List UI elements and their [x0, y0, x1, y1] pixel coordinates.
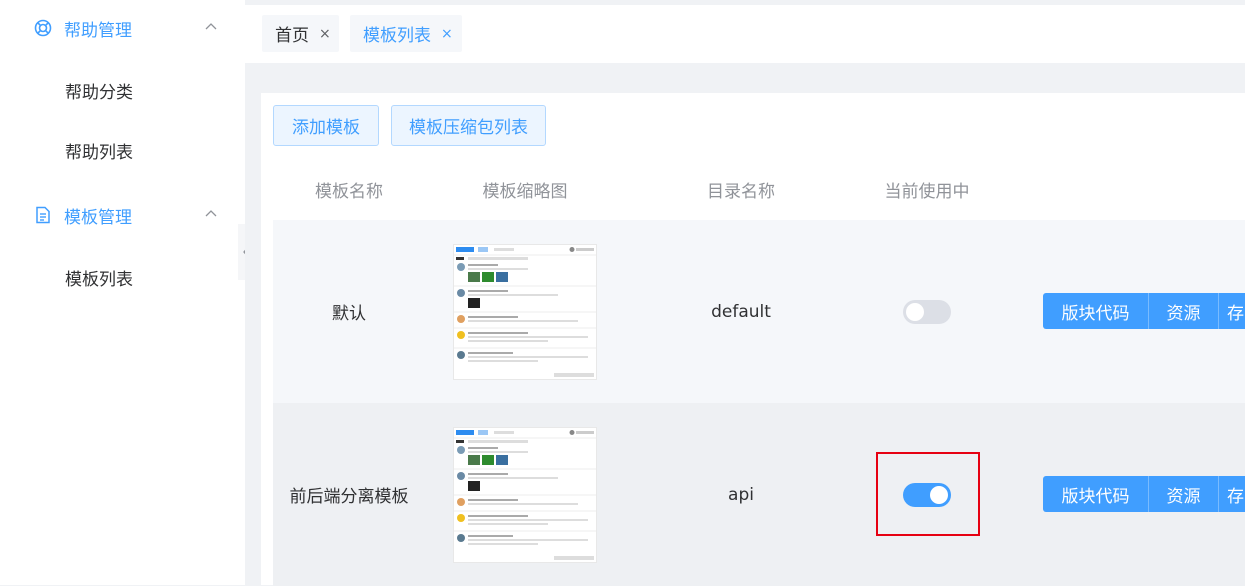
- tab-home[interactable]: 首页 ×: [262, 15, 339, 52]
- row-actions: 版块代码 资源 存: [1043, 293, 1245, 329]
- sidebar-item-label: 模板列表: [65, 269, 133, 290]
- block-code-button[interactable]: 版块代码: [1043, 293, 1149, 329]
- table-header: 模板名称 模板缩略图 目录名称 当前使用中: [273, 165, 1245, 220]
- directory-name: api: [728, 484, 754, 505]
- column-header: 模板缩略图: [482, 182, 568, 202]
- template-panel: 添加模板 模板压缩包列表 模板名称 模板缩略图 目录名称 当前使用中 默认 de…: [261, 93, 1245, 586]
- tab-label: 模板列表: [363, 26, 431, 46]
- menu-group-title: 模板管理: [64, 207, 132, 228]
- document-icon: [36, 206, 50, 224]
- template-zip-list-button[interactable]: 模板压缩包列表: [391, 105, 546, 146]
- resources-button[interactable]: 资源: [1149, 476, 1219, 512]
- main-content: 添加模板 模板压缩包列表 模板名称 模板缩略图 目录名称 当前使用中 默认 de…: [245, 75, 1245, 586]
- close-icon[interactable]: ×: [441, 26, 453, 42]
- thumbnail-cell: [425, 220, 625, 403]
- menu-group-help[interactable]: 帮助管理: [0, 0, 245, 56]
- lifebuoy-icon: [34, 19, 52, 37]
- more-action-button[interactable]: 存: [1219, 476, 1245, 512]
- row-actions: 版块代码 资源 存: [1043, 476, 1245, 512]
- add-template-button[interactable]: 添加模板: [273, 105, 379, 146]
- column-header: 模板名称: [315, 182, 383, 202]
- in-use-cell: [857, 220, 997, 403]
- chevron-up-icon: [205, 210, 217, 217]
- table-row: 前后端分离模板 api 版块代码 资源 存: [273, 403, 1245, 586]
- sidebar-item-label: 帮助列表: [65, 142, 133, 163]
- thumbnail-cell: [425, 403, 625, 586]
- chevron-up-icon: [205, 23, 217, 30]
- menu-group-template[interactable]: 模板管理: [0, 187, 245, 243]
- in-use-toggle[interactable]: [903, 299, 951, 324]
- thumbnail-image: [454, 246, 596, 377]
- sidebar-item-help-list[interactable]: 帮助列表: [0, 125, 245, 175]
- resources-button[interactable]: 资源: [1149, 293, 1219, 329]
- sidebar-item-label: 帮助分类: [65, 82, 133, 103]
- tab-template-list[interactable]: 模板列表 ×: [350, 15, 462, 52]
- template-name: 默认: [332, 304, 366, 324]
- sidebar-item-template-list[interactable]: 模板列表: [0, 252, 245, 302]
- column-header: 目录名称: [707, 182, 775, 202]
- template-name: 前后端分离模板: [289, 487, 409, 507]
- sidebar-item-help-category[interactable]: 帮助分类: [0, 65, 245, 115]
- close-icon[interactable]: ×: [319, 26, 331, 42]
- annotation-highlight-box: [876, 452, 980, 536]
- block-code-button[interactable]: 版块代码: [1043, 476, 1149, 512]
- sidebar: 帮助管理 帮助分类 帮助列表 模板管理 模板列表: [0, 0, 245, 585]
- template-thumbnail: [453, 243, 597, 380]
- table-row: 默认 default 版块代码 资源 存: [273, 220, 1245, 403]
- directory-name: default: [711, 301, 771, 322]
- menu-group-title: 帮助管理: [64, 20, 132, 41]
- column-header: 当前使用中: [884, 182, 970, 202]
- tags-bar: 首页 × 模板列表 ×: [245, 5, 1245, 63]
- template-thumbnail: [453, 426, 597, 563]
- toggle-knob: [906, 302, 924, 321]
- thumbnail-image: [454, 429, 596, 560]
- tab-label: 首页: [275, 26, 309, 46]
- more-action-button[interactable]: 存: [1219, 293, 1245, 329]
